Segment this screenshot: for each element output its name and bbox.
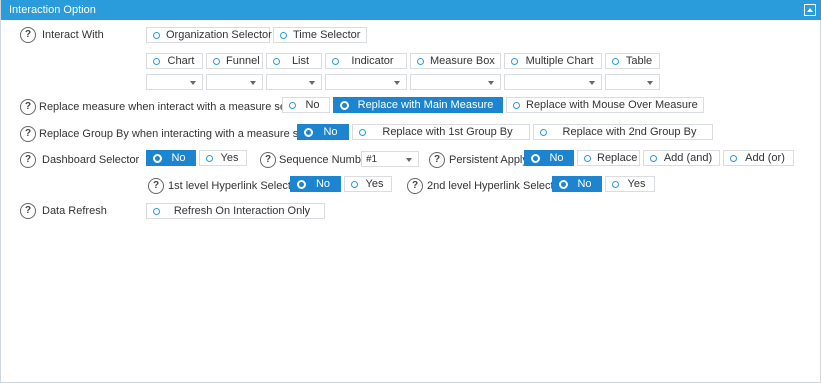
chevron-down-icon (190, 81, 196, 85)
radio-icon (153, 31, 160, 39)
interact-with-label: Interact With (42, 29, 104, 41)
help-icon[interactable]: ? (429, 152, 445, 168)
replace-group-first[interactable]: Replace with 1st Group By (352, 124, 530, 140)
radio-icon (297, 179, 306, 189)
help-icon[interactable]: ? (20, 99, 36, 115)
persistent-apply-add-or[interactable]: Add (or) (723, 150, 794, 166)
measure-box-target-dropdown[interactable] (410, 74, 501, 90)
data-refresh-on-interaction[interactable]: Refresh On Interaction Only (146, 203, 325, 219)
radio-icon (417, 57, 424, 65)
radio-icon (612, 57, 619, 65)
help-icon[interactable]: ? (407, 178, 423, 194)
radio-icon (559, 179, 568, 189)
hyperlink-1-no[interactable]: No (290, 176, 341, 192)
replace-measure-main[interactable]: Replace with Main Measure (333, 97, 503, 113)
chevron-down-icon (250, 81, 256, 85)
radio-icon (351, 180, 358, 188)
replace-group-no[interactable]: No (297, 124, 349, 140)
target-indicator[interactable]: Indicator (325, 53, 407, 69)
persistent-apply-label: Persistent Apply (449, 154, 528, 166)
target-list[interactable]: List (266, 53, 322, 69)
collapse-icon[interactable] (804, 4, 816, 16)
radio-icon (153, 207, 160, 215)
interaction-option-panel: Interaction Option ? Interact With Organ… (0, 0, 821, 383)
target-funnel[interactable]: Funnel (206, 53, 263, 69)
indicator-target-dropdown[interactable] (325, 74, 407, 90)
radio-icon (540, 128, 547, 136)
panel-header: Interaction Option (1, 0, 821, 20)
chart-target-dropdown[interactable] (146, 74, 203, 90)
chevron-down-icon (406, 158, 412, 162)
persistent-apply-replace[interactable]: Replace (577, 150, 640, 166)
hyperlink-1-yes[interactable]: Yes (344, 176, 392, 192)
radio-icon (730, 154, 737, 162)
radio-icon (273, 57, 280, 65)
sequence-number-label: Sequence Number (279, 154, 371, 166)
persistent-apply-no[interactable]: No (524, 150, 574, 166)
help-icon[interactable]: ? (20, 203, 36, 219)
chevron-down-icon (394, 81, 400, 85)
target-table[interactable]: Table (605, 53, 660, 69)
hyperlink-2-yes[interactable]: Yes (605, 176, 655, 192)
target-chart[interactable]: Chart (146, 53, 203, 69)
radio-icon (153, 57, 160, 65)
help-icon[interactable]: ? (148, 178, 164, 194)
option-time-selector[interactable]: Time Selector (273, 27, 367, 43)
hyperlink-2-label: 2nd level Hyperlink Selector (427, 180, 564, 192)
hyperlink-2-no[interactable]: No (552, 176, 602, 192)
radio-icon (359, 128, 366, 136)
radio-icon (531, 153, 540, 163)
dashboard-selector-label: Dashboard Selector (42, 154, 140, 166)
replace-measure-no[interactable]: No (282, 97, 330, 113)
list-target-dropdown[interactable] (266, 74, 322, 90)
option-organization-selector[interactable]: Organization Selector (146, 27, 272, 43)
sequence-number-dropdown[interactable]: #1 (361, 151, 419, 167)
radio-icon (213, 57, 220, 65)
replace-group-second[interactable]: Replace with 2nd Group By (533, 124, 713, 140)
multiple-chart-target-dropdown[interactable] (504, 74, 602, 90)
hyperlink-1-label: 1st level Hyperlink Selector (168, 180, 301, 192)
replace-measure-label: Replace measure when interact with a mea… (39, 101, 313, 113)
radio-icon (206, 154, 213, 162)
replace-measure-mouse-over[interactable]: Replace with Mouse Over Measure (506, 97, 704, 113)
radio-icon (153, 153, 162, 163)
radio-icon (304, 127, 313, 137)
radio-icon (584, 154, 591, 162)
target-multiple-chart[interactable]: Multiple Chart (504, 53, 602, 69)
target-measure-box[interactable]: Measure Box (410, 53, 501, 69)
dashboard-selector-yes[interactable]: Yes (199, 150, 247, 166)
help-icon[interactable]: ? (20, 27, 36, 43)
chevron-down-icon (309, 81, 315, 85)
replace-group-label: Replace Group By when interacting with a… (39, 128, 332, 140)
help-icon[interactable]: ? (20, 126, 36, 142)
help-icon[interactable]: ? (20, 152, 36, 168)
panel-title: Interaction Option (9, 4, 96, 16)
data-refresh-label: Data Refresh (42, 205, 107, 217)
dashboard-selector-no[interactable]: No (146, 150, 196, 166)
radio-icon (280, 31, 287, 39)
radio-icon (332, 57, 339, 65)
persistent-apply-add-and[interactable]: Add (and) (643, 150, 720, 166)
radio-icon (513, 101, 520, 109)
radio-icon (340, 100, 349, 110)
radio-icon (511, 57, 518, 65)
radio-icon (612, 180, 619, 188)
radio-icon (289, 101, 296, 109)
chevron-down-icon (488, 81, 494, 85)
help-icon[interactable]: ? (260, 152, 276, 168)
chevron-down-icon (589, 81, 595, 85)
table-target-dropdown[interactable] (605, 74, 660, 90)
chevron-down-icon (647, 81, 653, 85)
funnel-target-dropdown[interactable] (206, 74, 263, 90)
radio-icon (650, 154, 657, 162)
